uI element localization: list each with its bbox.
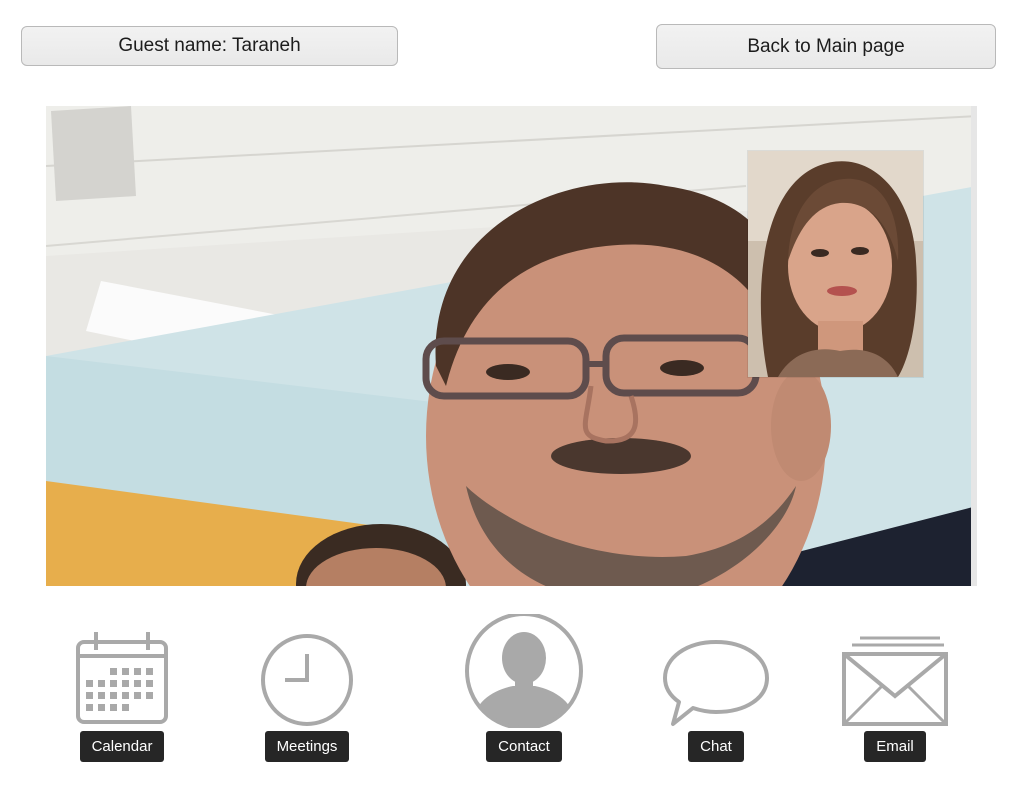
nav-contact[interactable]: Contact [462,612,586,762]
envelope-icon-wrap [840,612,950,728]
calendar-icon-wrap [72,612,172,728]
self-view-feed[interactable] [748,151,923,377]
local-participant-video [748,151,923,377]
person-icon [465,614,583,728]
nav-calendar-label: Calendar [79,731,165,762]
nav-meetings[interactable]: Meetings [245,612,369,762]
envelope-icon [842,636,948,726]
chat-bubble-icon-wrap [661,612,771,728]
chat-bubble-icon [663,640,769,726]
guest-name-button[interactable]: Guest name: Taraneh [21,26,398,66]
nav-chat[interactable]: Chat [654,612,778,762]
nav-contact-label: Contact [486,731,562,762]
nav-email-label: Email [864,731,926,762]
nav-email[interactable]: Email [833,612,957,762]
guest-name-label: Guest name: Taraneh [118,35,301,56]
nav-meetings-label: Meetings [264,731,350,762]
clock-icon [261,634,353,726]
calendar-icon [76,632,168,724]
person-icon-wrap [463,612,585,728]
nav-chat-label: Chat [688,731,744,762]
nav-calendar[interactable]: Calendar [60,612,184,762]
clock-icon-wrap [259,612,355,728]
back-to-main-label: Back to Main page [747,35,905,57]
back-to-main-button[interactable]: Back to Main page [656,24,996,69]
